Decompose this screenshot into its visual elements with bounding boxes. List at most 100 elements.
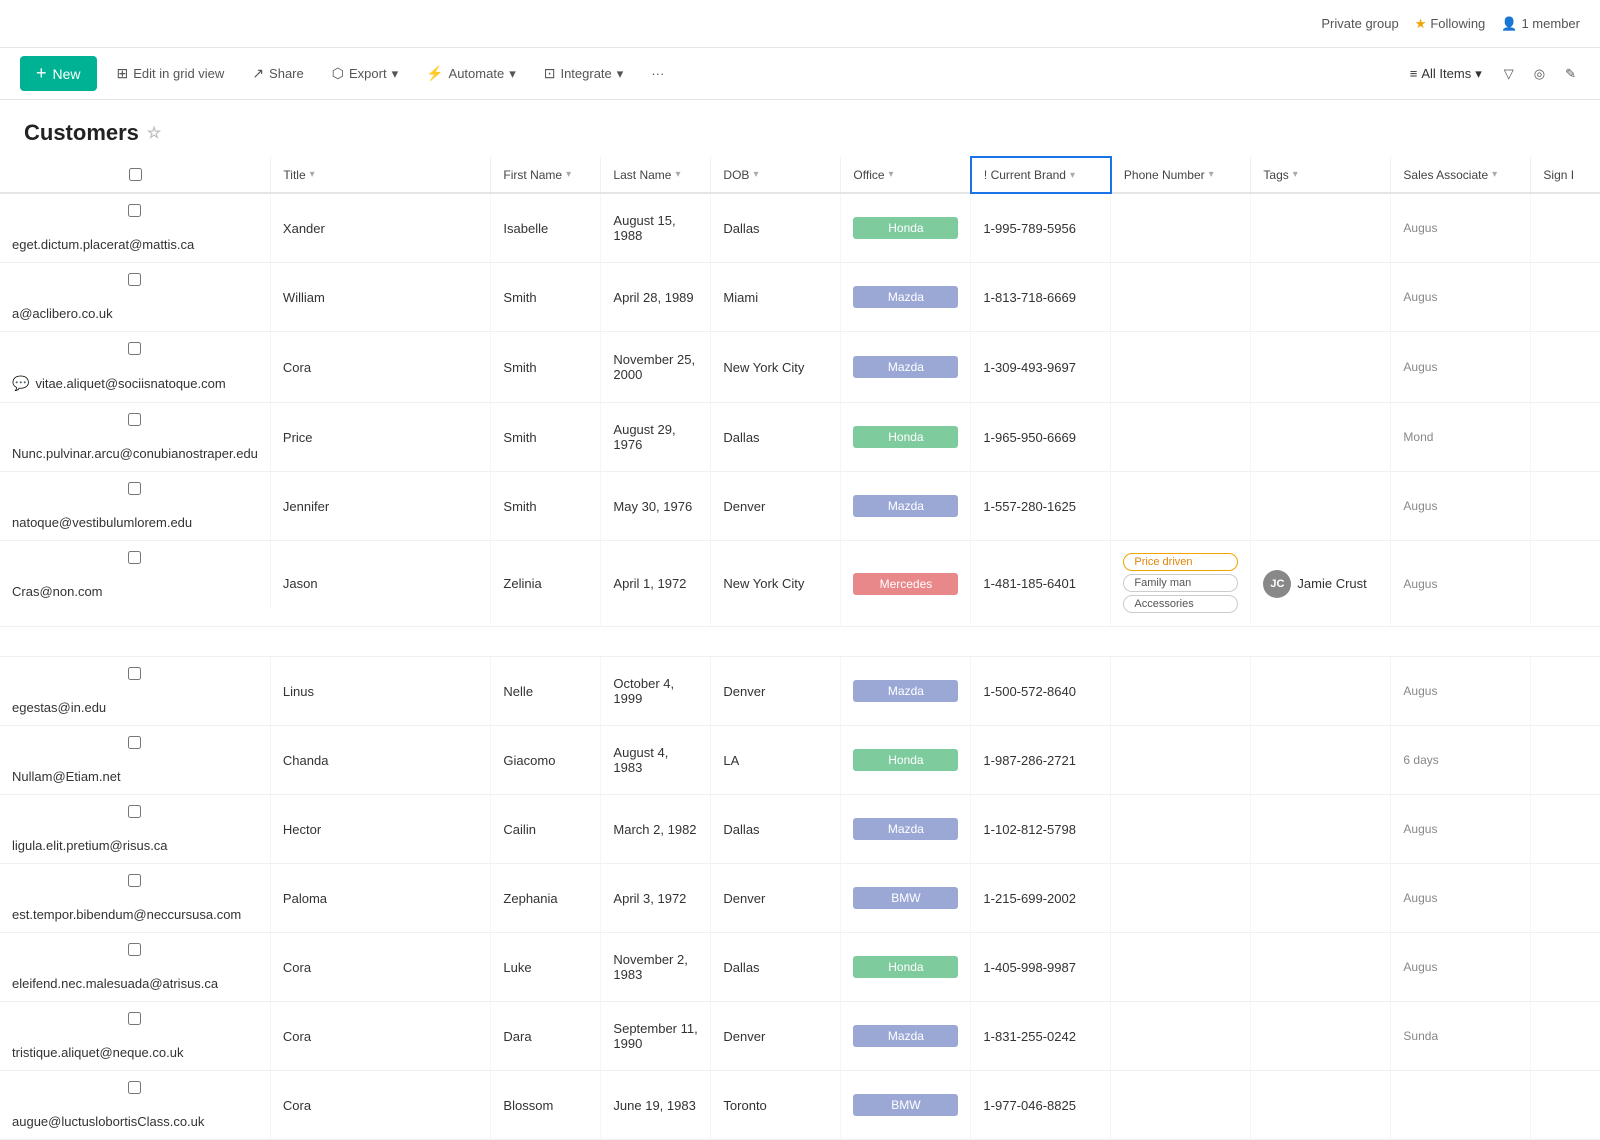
col-sales[interactable]: Sales Associate ▾ (1391, 157, 1531, 193)
toolbar: + Customers New ⊞ Edit in grid view ↗ Sh… (0, 48, 1600, 100)
row-checkbox-cell (0, 933, 271, 966)
table-row[interactable]: Nunc.pulvinar.arcu@conubianostraper.eduP… (0, 403, 1600, 472)
cell-sign (1391, 1071, 1531, 1140)
cell-brand: Mazda (841, 1002, 971, 1071)
row-checkbox[interactable] (128, 943, 141, 956)
cell-tags (1111, 864, 1251, 933)
table-row[interactable]: Cras@non.comJasonZeliniaApril 1, 1972New… (0, 541, 1600, 627)
cell-sales (1251, 332, 1391, 403)
brand-chip: Mazda (853, 818, 958, 840)
cell-tags (1111, 403, 1251, 472)
toolbar-left: + Customers New ⊞ Edit in grid view ↗ Sh… (20, 56, 672, 91)
col-current-brand[interactable]: ! Current Brand ▾ (971, 157, 1111, 193)
col-phone[interactable]: Phone Number ▾ (1111, 157, 1251, 193)
row-checkbox[interactable] (128, 805, 141, 818)
page-header: Customers ☆ (0, 100, 1600, 156)
row-checkbox[interactable] (128, 1081, 141, 1094)
table-row[interactable]: ligula.elit.pretium@risus.caHectorCailin… (0, 795, 1600, 864)
cell-firstname: Cora (271, 933, 491, 1002)
group-icon[interactable]: ◎ (1530, 62, 1549, 86)
table-row[interactable] (0, 627, 1600, 657)
row-checkbox-cell (0, 263, 271, 296)
row-checkbox[interactable] (128, 736, 141, 749)
cell-office: Denver (711, 657, 841, 726)
table-row[interactable]: Nullam@Etiam.netChandaGiacomoAugust 4, 1… (0, 726, 1600, 795)
cell-phone: 1-965-950-6669 (971, 403, 1111, 472)
row-checkbox[interactable] (128, 273, 141, 286)
row-checkbox[interactable] (128, 1012, 141, 1025)
automate-button[interactable]: ⚡ Automate ▾ (418, 61, 524, 86)
table-row[interactable]: augue@luctuslobortisClass.co.ukCoraBloss… (0, 1071, 1600, 1140)
row-checkbox[interactable] (128, 874, 141, 887)
cell-phone: 1-309-493-9697 (971, 332, 1111, 403)
edit-icon[interactable]: ✎ (1561, 62, 1580, 86)
table-row[interactable]: natoque@vestibulumlorem.eduJenniferSmith… (0, 472, 1600, 541)
table-row[interactable]: tristique.aliquet@neque.co.ukCoraDaraSep… (0, 1002, 1600, 1071)
cell-phone: 1-995-789-5956 (971, 193, 1111, 263)
more-button[interactable]: ··· (643, 62, 672, 85)
col-office[interactable]: Office ▾ (841, 157, 971, 193)
cell-phone: 1-481-185-6401 (971, 541, 1111, 627)
cell-brand: Honda (841, 726, 971, 795)
cell-phone: 1-557-280-1625 (971, 472, 1111, 541)
cell-office: Denver (711, 472, 841, 541)
cell-sign: 6 days (1391, 726, 1531, 795)
table-row[interactable]: 💬vitae.aliquet@sociisnatoque.comCoraSmit… (0, 332, 1600, 403)
share-icon: ↗ (252, 65, 264, 82)
col-tags[interactable]: Tags ▾ (1251, 157, 1391, 193)
cell-phone: 1-987-286-2721 (971, 726, 1111, 795)
edit-grid-button[interactable]: ⊞ Edit in grid view (109, 61, 233, 86)
table-row[interactable]: egestas@in.eduLinusNelleOctober 4, 1999D… (0, 657, 1600, 726)
export-button[interactable]: ⬡ Export ▾ (324, 61, 406, 86)
cell-sales (1251, 1002, 1391, 1071)
row-checkbox[interactable] (128, 667, 141, 680)
filter-icon[interactable]: ▽ (1500, 62, 1518, 86)
cell-dob: June 19, 1983 (601, 1071, 711, 1140)
cell-tags (1111, 933, 1251, 1002)
cell-title: augue@luctuslobortisClass.co.uk (0, 1104, 271, 1139)
favorite-star-icon[interactable]: ☆ (147, 123, 161, 143)
col-lastname[interactable]: Last Name ▾ (601, 157, 711, 193)
cell-lastname: Luke (491, 933, 601, 1002)
col-firstname[interactable]: First Name ▾ (491, 157, 601, 193)
row-checkbox[interactable] (128, 551, 141, 564)
cell-sign: Augus (1391, 332, 1531, 403)
integrate-icon: ⊡ (544, 65, 556, 82)
table-row[interactable]: est.tempor.bibendum@neccursusa.comPaloma… (0, 864, 1600, 933)
cell-office: Denver (711, 1002, 841, 1071)
top-bar: Private group ★ Following 👤 1 member (0, 0, 1600, 48)
row-checkbox[interactable] (128, 413, 141, 426)
cell-office: Miami (711, 263, 841, 332)
top-bar-right: Private group ★ Following 👤 1 member (1321, 16, 1580, 32)
col-sign[interactable]: Sign I (1531, 157, 1600, 193)
cell-office: New York City (711, 541, 841, 627)
table-row[interactable]: a@aclibero.co.ukWilliamSmithApril 28, 19… (0, 263, 1600, 332)
row-checkbox[interactable] (128, 342, 141, 355)
all-items-button[interactable]: ≡ All Items ▾ (1404, 62, 1488, 86)
col-dob[interactable]: DOB ▾ (711, 157, 841, 193)
row-checkbox[interactable] (128, 482, 141, 495)
header-checkbox-cell (0, 157, 271, 193)
cell-title: a@aclibero.co.uk (0, 296, 271, 331)
integrate-button[interactable]: ⊡ Integrate ▾ (536, 61, 632, 86)
chevron-icon: ▾ (310, 169, 315, 180)
select-all-checkbox[interactable] (129, 168, 142, 181)
col-title[interactable]: Title ▾ (271, 157, 491, 193)
cell-sign: Augus (1391, 657, 1531, 726)
data-table-container: Title ▾ First Name ▾ Last Name ▾ (0, 156, 1600, 1140)
row-checkbox-cell (0, 795, 271, 828)
chevron-down-icon: ▾ (617, 66, 624, 82)
export-icon: ⬡ (332, 65, 344, 82)
following-button[interactable]: ★ Following (1415, 16, 1486, 32)
cell-sales (1251, 933, 1391, 1002)
person-icon: 👤 (1501, 16, 1517, 32)
table-row[interactable]: eget.dictum.placerat@mattis.caXanderIsab… (0, 193, 1600, 263)
brand-chip: Mazda (853, 286, 958, 308)
row-checkbox[interactable] (128, 204, 141, 217)
new-button[interactable]: + Customers New (20, 56, 97, 91)
cell-firstname: Price (271, 403, 491, 472)
brand-chip: BMW (853, 887, 958, 909)
cell-tags (1111, 657, 1251, 726)
table-row[interactable]: eleifend.nec.malesuada@atrisus.caCoraLuk… (0, 933, 1600, 1002)
share-button[interactable]: ↗ Share (244, 61, 311, 86)
